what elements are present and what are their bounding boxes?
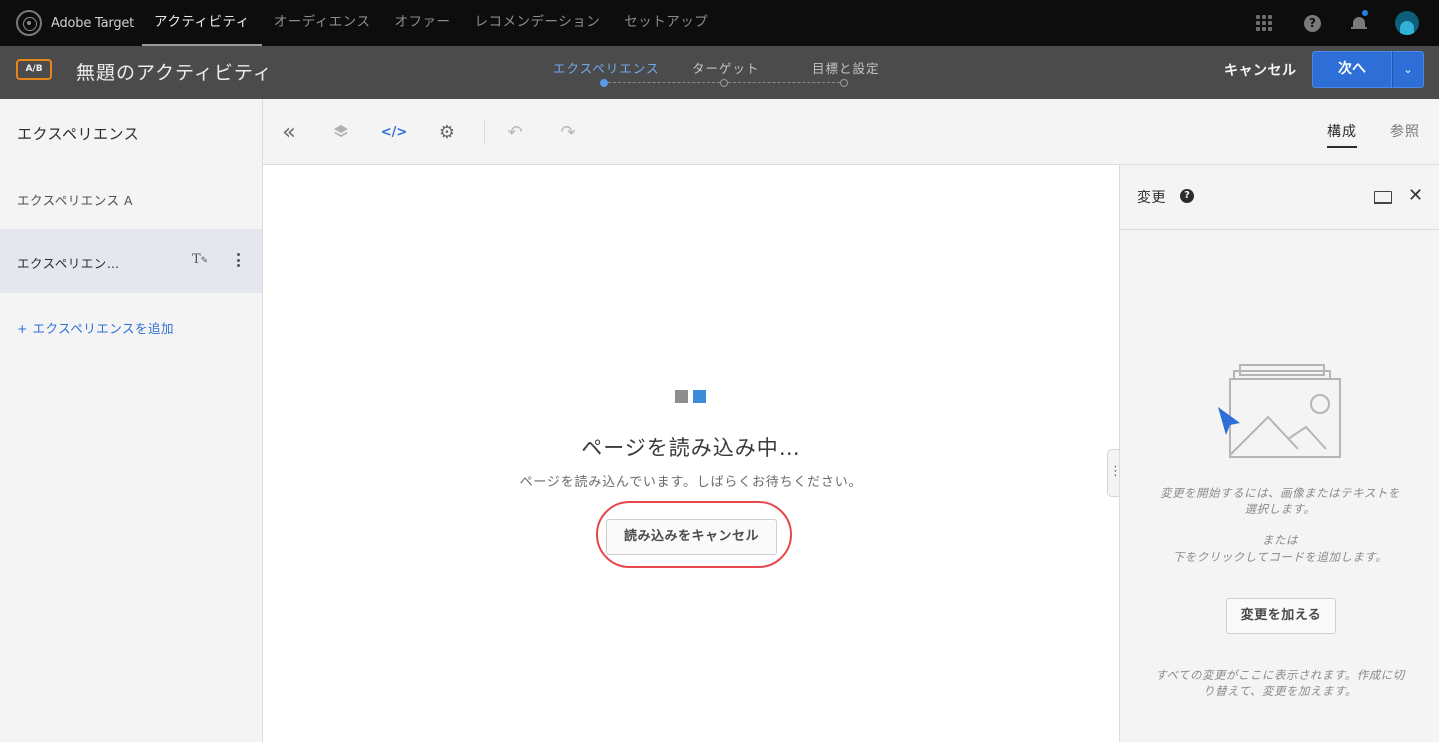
add-experience-link[interactable]: + エクスペリエンスを追加 [17, 318, 174, 337]
changes-footer-note: すべての変更がここに表示されます。作成に切り替えて、変更を加えます。 [1155, 668, 1405, 698]
loading-title: ページを読み込み中… [581, 436, 801, 460]
changes-panel-title: 変更 [1137, 190, 1166, 206]
redo-icon[interactable]: ↷ [558, 122, 578, 143]
device-preview-icon[interactable] [1374, 191, 1392, 204]
activity-title[interactable]: 無題のアクティビティ [76, 58, 273, 85]
toolbar-divider [484, 119, 485, 145]
nav-right-actions: ? [1256, 0, 1439, 46]
brand[interactable]: Adobe Target [0, 10, 142, 36]
step-connector [728, 82, 840, 83]
select-image-illustration-icon [1218, 364, 1341, 458]
experience-item-a[interactable]: エクスペリエンス A [17, 190, 133, 209]
changes-instruction-1: 変更を開始するには、画像またはテキストを選択します。 [1160, 486, 1400, 516]
settings-icon[interactable]: ⚙ [437, 122, 457, 143]
nav-item-setup[interactable]: セットアップ [612, 0, 720, 46]
changes-or-label: または [1262, 533, 1298, 547]
step-indicator-active [600, 79, 608, 87]
top-navigation: Adobe Target アクティビティ オーディエンス オファー レコメンデー… [0, 0, 1439, 46]
app-switcher-icon[interactable] [1256, 15, 1272, 31]
changes-instruction-2: 下をクリックしてコードを追加します。 [1172, 550, 1388, 564]
adobe-target-logo-icon [16, 10, 42, 36]
add-change-button[interactable]: 変更を加える [1226, 598, 1336, 634]
nav-item-audiences[interactable]: オーディエンス [262, 0, 383, 46]
sidebar-heading: エクスペリエンス [17, 125, 140, 143]
nav-item-offers[interactable]: オファー [383, 0, 463, 46]
activity-type-badge: A/B [16, 59, 52, 80]
page-canvas: ページを読み込み中… ページを読み込んでいます。しばらくお待ちください。 読み込… [263, 165, 1119, 742]
step-targeting[interactable]: ターゲット [692, 58, 760, 77]
nav-item-activities[interactable]: アクティビティ [142, 0, 262, 46]
notifications-bell-icon[interactable] [1351, 8, 1370, 32]
more-options-icon[interactable] [236, 253, 240, 267]
experience-item-label: エクスペリエン… [17, 256, 120, 271]
changes-help-icon[interactable]: ? [1180, 189, 1194, 203]
help-icon[interactable]: ? [1304, 14, 1321, 32]
changes-panel: 変更 ? ✕ 変更を開始するには、画像またはテキストを選択します。 または 下を… [1119, 165, 1439, 742]
step-indicator [840, 79, 848, 87]
panel-resize-handle[interactable] [1107, 449, 1122, 497]
step-indicator [720, 79, 728, 87]
experience-item-selected[interactable]: エクスペリエン… T✎ [0, 229, 262, 293]
step-experiences[interactable]: エクスペリエンス [553, 58, 660, 77]
user-avatar[interactable] [1395, 11, 1419, 35]
loading-message: ページを読み込んでいます。しばらくお待ちください。 [519, 475, 863, 490]
changes-panel-header: 変更 ? ✕ [1120, 165, 1439, 230]
activity-header: A/B 無題のアクティビティ エクスペリエンス ターゲット 目標と設定 キャンセ… [0, 46, 1439, 99]
experiences-sidebar: エクスペリエンス エクスペリエンス A エクスペリエン… T✎ + エクスペリエ… [0, 99, 263, 742]
brand-name: Adobe Target [51, 15, 135, 31]
layers-icon[interactable] [331, 122, 351, 142]
notification-badge [1360, 8, 1370, 18]
next-button[interactable]: 次へ [1312, 51, 1392, 88]
tab-browse[interactable]: 参照 [1390, 121, 1420, 141]
close-icon[interactable]: ✕ [1408, 185, 1423, 206]
step-goals-settings[interactable]: 目標と設定 [812, 58, 880, 77]
loading-spinner-icon [675, 390, 707, 404]
undo-icon[interactable]: ↶ [505, 122, 525, 143]
cancel-loading-button[interactable]: 読み込みをキャンセル [606, 519, 777, 555]
next-dropdown-chevron-icon[interactable]: ⌄ [1392, 51, 1424, 88]
nav-item-recommendations[interactable]: レコメンデーション [463, 0, 613, 46]
tab-compose[interactable]: 構成 [1327, 121, 1357, 148]
editor-toolbar: « </> ⚙ ↶ ↷ 構成 参照 [263, 99, 1439, 165]
step-connector [608, 82, 720, 83]
collapse-icon[interactable]: « [279, 120, 299, 145]
rename-text-icon[interactable]: T✎ [192, 252, 208, 267]
code-icon[interactable]: </> [381, 122, 408, 142]
cancel-button[interactable]: キャンセル [1224, 60, 1297, 80]
